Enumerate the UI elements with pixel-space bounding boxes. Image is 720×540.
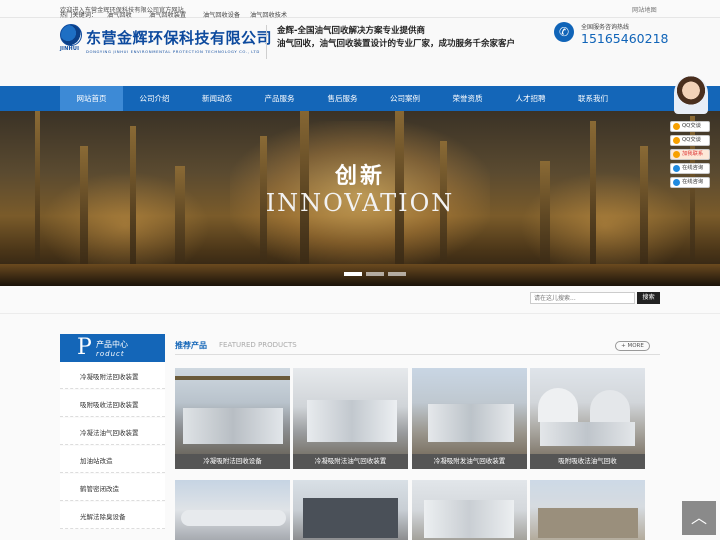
online-consult-button[interactable]: 在线咨询: [670, 163, 710, 174]
hot-keywords-label: 热门关键词：: [60, 12, 98, 19]
product-image: [424, 500, 514, 538]
arrow-up-icon: ︿: [690, 508, 707, 527]
online-consult-button[interactable]: 在线咨询: [670, 177, 710, 188]
add-contact-button[interactable]: 加我联系: [670, 149, 710, 160]
qq-icon: [673, 137, 680, 144]
company-name[interactable]: 东营金辉环保科技有限公司: [86, 27, 272, 48]
nav-item-products[interactable]: 产品服务: [248, 86, 311, 111]
keyword-link[interactable]: 油气回收装置: [149, 10, 186, 19]
product-center-title: 产品中心: [96, 340, 128, 349]
qq-icon: [673, 123, 680, 130]
tagline-primary: 金辉-全国油气回收解决方案专业提供商: [277, 26, 426, 36]
search-input[interactable]: [530, 292, 635, 304]
nav-item-about[interactable]: 公司介绍: [123, 86, 186, 111]
product-card[interactable]: 冷凝吸附发油气回收装置: [412, 368, 527, 469]
qq-chat-button[interactable]: QQ交谈: [670, 135, 710, 146]
sidebar-item-condensation[interactable]: 冷凝法油气回收装置: [60, 418, 165, 445]
product-image: [303, 498, 398, 538]
online-consult-label: 在线咨询: [682, 165, 704, 171]
product-caption: 冷凝吸附法油气回收装置: [293, 454, 408, 469]
product-image: [175, 368, 290, 454]
logo-icon[interactable]: [60, 24, 82, 46]
keyword-link[interactable]: 油气回收技术: [250, 10, 287, 19]
sidebar-item-condensation-adsorption[interactable]: 冷凝吸附法回收装置: [60, 362, 165, 389]
hotline-label: 全国服务咨询热线: [581, 24, 630, 31]
product-card[interactable]: 吸附吸收法油气回收: [530, 368, 645, 469]
qq-chat-label: QQ交谈: [682, 123, 701, 129]
product-image: [530, 368, 645, 454]
product-card[interactable]: 冷凝吸附法回收设备: [175, 368, 290, 469]
product-card[interactable]: [412, 480, 527, 540]
product-center-title-en: roduct: [96, 350, 125, 358]
hotline-number: 15165460218: [581, 31, 669, 46]
sidebar-item-label: 加油站改造: [80, 457, 113, 465]
add-contact-label: 加我联系: [682, 151, 704, 157]
sidebar-item-gas-station[interactable]: 加油站改造: [60, 446, 165, 473]
product-card[interactable]: [293, 480, 408, 540]
product-center-letter: P: [77, 335, 92, 360]
product-caption: 冷凝吸附发油气回收装置: [412, 454, 527, 469]
product-card[interactable]: 冷凝吸附法油气回收装置: [293, 368, 408, 469]
phone-icon: ✆: [554, 22, 574, 42]
sidebar-item-label: 鹤管密闭改造: [80, 485, 119, 493]
keyword-link[interactable]: 油气回收: [107, 10, 132, 19]
nav-item-cases[interactable]: 公司案例: [374, 86, 436, 111]
sidebar-item-label: 吸附吸收法回收装置: [80, 401, 139, 409]
section-divider: [175, 354, 660, 355]
chat-icon: [673, 179, 680, 186]
sidebar-item-label: 光解法除臭设备: [80, 513, 126, 521]
chat-icon: [673, 165, 680, 172]
featured-products-title-en: FEATURED PRODUCTS: [219, 341, 297, 349]
sidebar-item-label: 冷凝法油气回收装置: [80, 429, 139, 437]
nav-item-honors[interactable]: 荣誉资质: [436, 86, 499, 111]
keyword-link[interactable]: 油气回收设备: [203, 10, 240, 19]
nav-item-after-sales[interactable]: 售后服务: [311, 86, 374, 111]
sidebar-item-adsorption-absorption[interactable]: 吸附吸收法回收装置: [60, 390, 165, 417]
more-button[interactable]: + MORE: [615, 341, 650, 351]
back-to-top-button[interactable]: ︿: [682, 501, 716, 535]
nav-item-news[interactable]: 新闻动态: [186, 86, 248, 111]
contact-icon: [673, 151, 680, 158]
featured-products-title: 推荐产品: [175, 341, 207, 350]
banner-title-cn: 创新: [334, 164, 385, 189]
product-image: [412, 368, 527, 454]
slide-dot-3[interactable]: [388, 272, 406, 276]
main-nav: 网站首页 公司介绍 新闻动态 产品服务 售后服务 公司案例 荣誉资质 人才招聘 …: [0, 86, 720, 111]
hero-banner[interactable]: 创新 INNOVATION: [0, 111, 720, 286]
product-image: [293, 368, 408, 454]
online-consult-label: 在线咨询: [682, 179, 704, 185]
customer-service-avatar: [674, 76, 708, 114]
header-divider: [266, 25, 267, 59]
product-card[interactable]: [175, 480, 290, 540]
product-caption: 吸附吸收法油气回收: [530, 454, 645, 469]
nav-item-home[interactable]: 网站首页: [60, 86, 123, 111]
slide-dot-1[interactable]: [344, 272, 362, 276]
qq-chat-label: QQ交谈: [682, 137, 701, 143]
product-image: [538, 508, 638, 538]
banner-title-en: INNOVATION: [265, 189, 455, 217]
product-image: [181, 510, 286, 526]
slide-dot-2[interactable]: [366, 272, 384, 276]
product-card[interactable]: [530, 480, 645, 540]
company-name-en: DONGYING JINHUI ENVIRONMENTAL PROTECTION…: [86, 49, 260, 54]
logo-wordmark: JINHUI: [60, 46, 80, 52]
nav-item-contact[interactable]: 联系我们: [562, 86, 624, 111]
nav-item-jobs[interactable]: 人才招聘: [499, 86, 562, 111]
tagline-secondary: 油气回收，油气回收装置设计的专业厂家，成功服务千余家客户: [277, 39, 516, 49]
search-button[interactable]: 搜索: [637, 292, 660, 304]
sitemap-link[interactable]: 网站地图: [632, 5, 657, 14]
sidebar-item-label: 冷凝吸附法回收装置: [80, 373, 139, 381]
qq-chat-button[interactable]: QQ交谈: [670, 121, 710, 132]
sidebar-item-deodorization[interactable]: 光解法除臭设备: [60, 502, 165, 529]
product-caption: 冷凝吸附法回收设备: [175, 454, 290, 469]
sidebar-item-crane-pipe[interactable]: 鹤管密闭改造: [60, 474, 165, 501]
